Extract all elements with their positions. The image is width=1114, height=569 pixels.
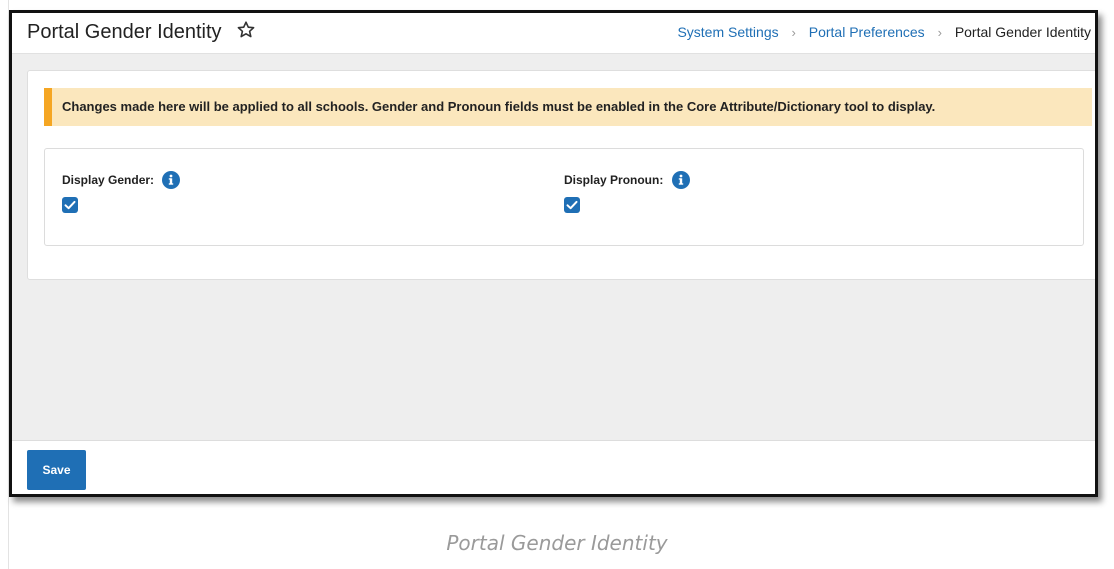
page-header: Portal Gender Identity System Settings ›…	[12, 13, 1095, 54]
checkmark-icon	[566, 200, 578, 210]
breadcrumb-portal-preferences[interactable]: Portal Preferences	[809, 24, 925, 40]
breadcrumb-current: Portal Gender Identity	[954, 24, 1091, 40]
chevron-right-icon: ›	[937, 25, 942, 40]
fields-panel: Display Gender: Display Pronoun:	[44, 148, 1084, 246]
settings-card: Changes made here will be applied to all…	[27, 70, 1095, 280]
info-icon[interactable]	[671, 171, 690, 189]
info-icon[interactable]	[162, 171, 181, 189]
warning-alert: Changes made here will be applied to all…	[44, 88, 1092, 126]
display-gender-field: Display Gender:	[62, 171, 181, 213]
screenshot-frame: Portal Gender Identity System Settings ›…	[9, 10, 1098, 497]
save-button[interactable]: Save	[27, 450, 86, 490]
chevron-right-icon: ›	[791, 25, 796, 40]
page-title: Portal Gender Identity	[27, 21, 222, 43]
alert-message: Changes made here will be applied to all…	[62, 99, 936, 114]
figure-caption: Portal Gender Identity	[446, 531, 668, 555]
checkmark-icon	[64, 200, 76, 210]
display-pronoun-field: Display Pronoun:	[564, 171, 690, 213]
breadcrumb: System Settings › Portal Preferences › P…	[677, 24, 1091, 40]
breadcrumb-system-settings[interactable]: System Settings	[677, 24, 778, 40]
display-pronoun-label: Display Pronoun:	[564, 173, 664, 187]
display-pronoun-checkbox[interactable]	[564, 197, 580, 213]
display-gender-label: Display Gender:	[62, 173, 155, 187]
display-gender-checkbox[interactable]	[62, 197, 78, 213]
action-bar: Save	[12, 440, 1095, 494]
star-outline-icon[interactable]	[236, 20, 256, 40]
